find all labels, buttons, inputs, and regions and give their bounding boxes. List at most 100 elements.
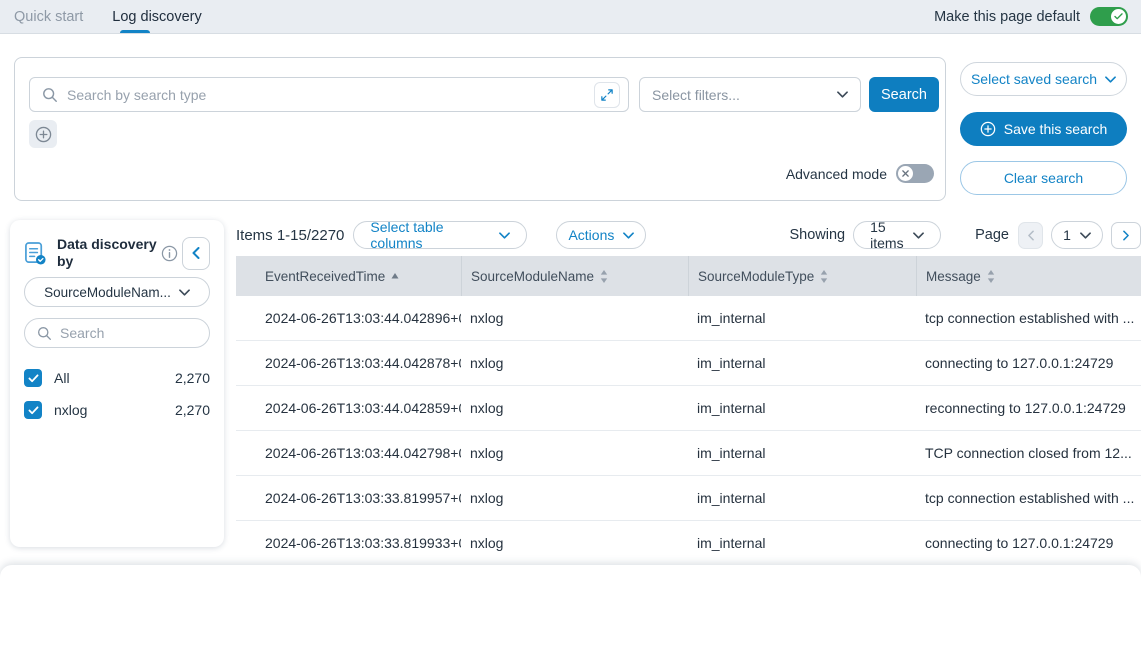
- cell-message: reconnecting to 127.0.0.1:24729: [916, 400, 1141, 416]
- select-saved-search-label: Select saved search: [971, 71, 1097, 87]
- next-page-button[interactable]: [1111, 222, 1141, 249]
- save-this-search-label: Save this search: [1004, 121, 1108, 137]
- column-label: SourceModuleName: [471, 269, 594, 284]
- cell-sourcemodulename: nxlog: [461, 400, 688, 416]
- clear-search-button[interactable]: Clear search: [960, 161, 1127, 195]
- tab-log-discovery[interactable]: Log discovery: [112, 0, 201, 33]
- sidebar-search-field: [24, 318, 210, 348]
- cell-sourcemodulename: nxlog: [461, 310, 688, 326]
- search-icon: [42, 87, 58, 103]
- cell-message: TCP connection closed from 12...: [916, 445, 1141, 461]
- table-header-row: EventReceivedTime SourceModuleName Sourc…: [236, 256, 1141, 296]
- column-header-sourcemodulename[interactable]: SourceModuleName: [461, 256, 688, 296]
- cell-sourcemoduletype: im_internal: [688, 355, 916, 371]
- cell-message: tcp connection established with ...: [916, 310, 1141, 326]
- filter-item-label: All: [54, 370, 70, 386]
- document-check-icon: [24, 241, 47, 266]
- plus-circle-icon: [980, 121, 996, 137]
- sidebar-title: Data discovery by: [57, 236, 159, 270]
- select-table-columns-label: Select table columns: [370, 219, 490, 251]
- chevron-down-icon: [623, 232, 634, 239]
- add-condition-button[interactable]: [29, 120, 57, 148]
- make-default-toggle[interactable]: [1090, 7, 1128, 26]
- chevron-down-icon: [499, 232, 510, 239]
- search-icon: [37, 326, 52, 341]
- cell-sourcemoduletype: im_internal: [688, 310, 916, 326]
- page-number-value: 1: [1063, 227, 1071, 243]
- column-header-message[interactable]: Message: [916, 256, 1141, 296]
- checkbox-checked[interactable]: [24, 369, 42, 387]
- chevron-down-icon: [179, 289, 190, 296]
- select-saved-search-button[interactable]: Select saved search: [960, 62, 1127, 96]
- page-size-select[interactable]: 15 items: [853, 221, 941, 249]
- cell-message: connecting to 127.0.0.1:24729: [916, 535, 1141, 551]
- table-row[interactable]: 2024-06-26T13:03:33.819933+0... nxlog im…: [236, 521, 1141, 558]
- discovery-field-select[interactable]: SourceModuleNam...: [24, 277, 210, 307]
- search-input[interactable]: [67, 87, 585, 103]
- cell-sourcemoduletype: im_internal: [688, 535, 916, 551]
- table-row[interactable]: 2024-06-26T13:03:44.042798+0... nxlog im…: [236, 431, 1141, 476]
- cell-eventreceivedtime: 2024-06-26T13:03:44.042859+0...: [236, 400, 461, 416]
- search-panel: Select filters... Search Advanced mode: [14, 57, 946, 201]
- column-header-sourcemoduletype[interactable]: SourceModuleType: [688, 256, 916, 296]
- make-default-control: Make this page default: [934, 7, 1141, 26]
- filters-select[interactable]: Select filters...: [639, 77, 861, 112]
- discovery-field-value: SourceModuleNam...: [44, 285, 171, 300]
- save-this-search-button[interactable]: Save this search: [960, 112, 1127, 146]
- column-label: Message: [926, 269, 981, 284]
- advanced-mode-toggle[interactable]: [896, 164, 934, 183]
- chevron-down-icon: [913, 232, 924, 239]
- plus-circle-icon: [35, 126, 52, 143]
- checkbox-checked[interactable]: [24, 401, 42, 419]
- chevron-down-icon: [1080, 232, 1091, 239]
- filter-item-count: 2,270: [175, 370, 210, 386]
- advanced-mode-label: Advanced mode: [786, 166, 887, 182]
- chevron-left-icon: [1027, 230, 1034, 240]
- showing-label: Showing: [790, 227, 846, 243]
- filter-item-all[interactable]: All 2,270: [24, 367, 210, 389]
- table-row[interactable]: 2024-06-26T13:03:33.819957+0... nxlog im…: [236, 476, 1141, 521]
- cell-sourcemodulename: nxlog: [461, 490, 688, 506]
- main-search-field: [29, 77, 629, 112]
- select-table-columns-button[interactable]: Select table columns: [353, 221, 527, 249]
- cell-sourcemoduletype: im_internal: [688, 445, 916, 461]
- filter-item-nxlog[interactable]: nxlog 2,270: [24, 399, 210, 421]
- sort-both-icon: [820, 270, 828, 283]
- search-button[interactable]: Search: [869, 77, 939, 112]
- toggle-check-icon: [1111, 9, 1126, 24]
- actions-label: Actions: [568, 227, 614, 243]
- clear-search-label: Clear search: [1004, 170, 1083, 186]
- cell-sourcemodulename: nxlog: [461, 355, 688, 371]
- previous-page-button[interactable]: [1018, 222, 1043, 249]
- tab-quick-start[interactable]: Quick start: [14, 0, 83, 33]
- table-row[interactable]: 2024-06-26T13:03:44.042896+0... nxlog im…: [236, 296, 1141, 341]
- cell-eventreceivedtime: 2024-06-26T13:03:33.819933+0...: [236, 535, 461, 551]
- collapse-sidebar-button[interactable]: [182, 237, 210, 270]
- sort-both-icon: [600, 270, 608, 283]
- make-default-label: Make this page default: [934, 9, 1080, 25]
- table-row[interactable]: 2024-06-26T13:03:44.042859+0... nxlog im…: [236, 386, 1141, 431]
- page-number-select[interactable]: 1: [1051, 221, 1103, 249]
- cell-eventreceivedtime: 2024-06-26T13:03:44.042896+0...: [236, 310, 461, 326]
- actions-button[interactable]: Actions: [556, 221, 646, 249]
- log-table-body: 2024-06-26T13:03:44.042896+0... nxlog im…: [236, 296, 1141, 558]
- cell-message: connecting to 127.0.0.1:24729: [916, 355, 1141, 371]
- advanced-mode-control: Advanced mode: [786, 164, 934, 183]
- chevron-down-icon: [837, 91, 848, 98]
- saved-search-actions: Select saved search Save this search Cle…: [960, 62, 1127, 195]
- filter-item-label: nxlog: [54, 402, 87, 418]
- cell-sourcemoduletype: im_internal: [688, 400, 916, 416]
- sidebar-search-input[interactable]: [60, 325, 197, 341]
- chevron-left-icon: [192, 247, 200, 259]
- page-size-value: 15 items: [870, 219, 904, 251]
- column-header-eventreceivedtime[interactable]: EventReceivedTime: [236, 256, 461, 296]
- log-discovery-screen: Quick start Log discovery Make this page…: [0, 0, 1141, 664]
- info-icon[interactable]: [161, 245, 178, 262]
- expand-search-icon[interactable]: [594, 82, 620, 108]
- table-toolbar: Items 1-15/2270 Select table columns Act…: [236, 218, 1141, 252]
- cell-eventreceivedtime: 2024-06-26T13:03:44.042798+0...: [236, 445, 461, 461]
- table-row[interactable]: 2024-06-26T13:03:44.042878+0... nxlog im…: [236, 341, 1141, 386]
- chevron-down-icon: [1105, 76, 1116, 83]
- page-label: Page: [975, 227, 1009, 243]
- toggle-x-icon: [898, 166, 913, 181]
